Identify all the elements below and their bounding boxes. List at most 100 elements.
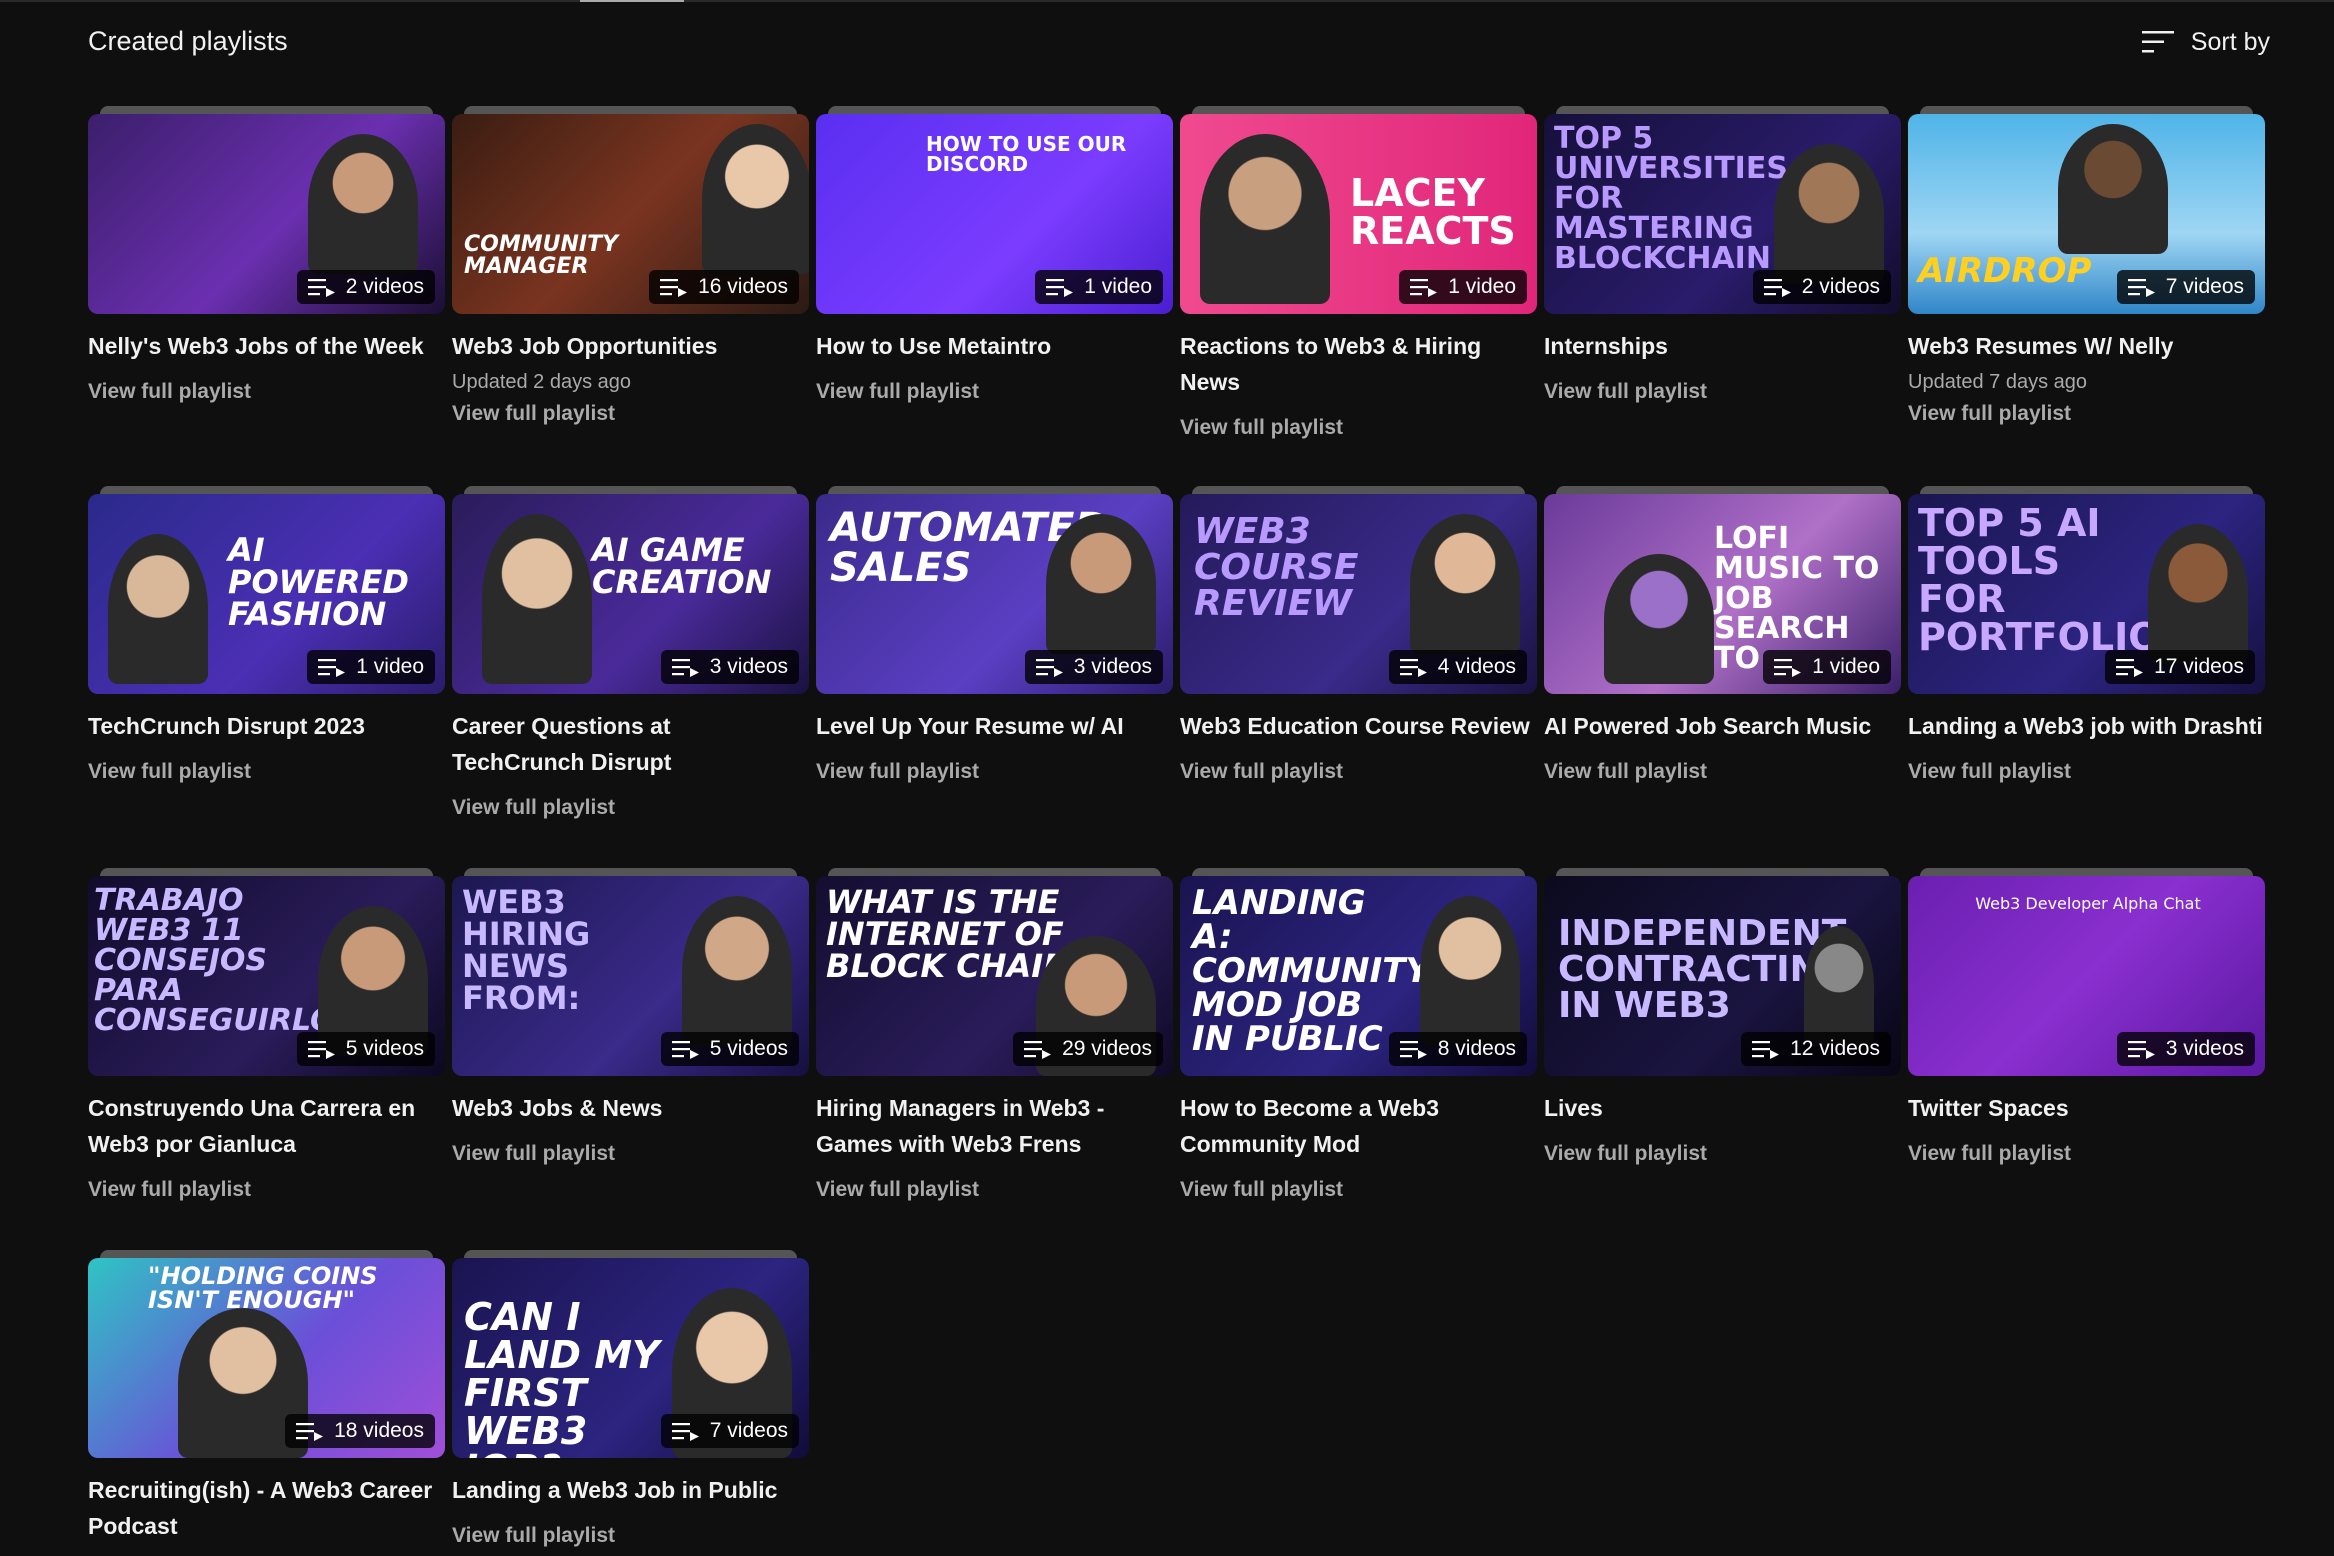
view-full-playlist-link[interactable]: View full playlist	[452, 1522, 809, 1550]
section-title: Created playlists	[88, 26, 288, 56]
view-full-playlist-link[interactable]: View full playlist	[452, 794, 809, 822]
playlist-stack-edge	[464, 486, 797, 494]
view-full-playlist-link[interactable]: View full playlist	[1908, 758, 2265, 786]
view-full-playlist-link[interactable]: View full playlist	[1180, 758, 1537, 786]
playlist-card[interactable]: Web3 Developer Alpha Chat 3 videos Twitter…	[1908, 868, 2265, 1168]
playlist-card[interactable]: "HOLDING COINS ISN'T ENOUGH" 18 videos Rec…	[88, 1250, 445, 1544]
playlist-thumbnail[interactable]: WEB3 COURSE REVIEW 4 videos	[1180, 486, 1537, 694]
video-count-badge: 3 videos	[660, 650, 799, 684]
playlist-thumbnail[interactable]: WEB3 HIRING NEWS FROM: 5 videos	[452, 868, 809, 1076]
playlist-card[interactable]: WHAT IS THE INTERNET OF BLOCK CHAINS? 29 …	[816, 868, 1173, 1204]
playlist-card[interactable]: TOP 5 AI TOOLS FOR PORTFOLIO 17 videos Lan…	[1908, 486, 2265, 786]
playlist-stack-edge	[464, 868, 797, 876]
playlist-title[interactable]: Web3 Job Opportunities	[452, 328, 809, 364]
view-full-playlist-link[interactable]: View full playlist	[88, 758, 445, 786]
playlist-title[interactable]: Level Up Your Resume w/ AI	[816, 708, 1173, 744]
playlist-thumbnail[interactable]: COMMUNITY MANAGER 16 videos	[452, 106, 809, 314]
playlist-card[interactable]: 2 videos Nelly's Web3 Jobs of the Week Vie…	[88, 106, 445, 406]
playlist-title[interactable]: TechCrunch Disrupt 2023	[88, 708, 445, 744]
playlist-thumbnail[interactable]: TOP 5 UNIVERSITIES FOR MASTERING BLOCKCH…	[1544, 106, 1901, 314]
playlist-thumbnail[interactable]: CAN I LAND MY FIRST WEB3 JOB? 7 videos	[452, 1250, 809, 1458]
playlist-title[interactable]: Lives	[1544, 1090, 1901, 1126]
playlist-thumbnail[interactable]: Web3 Developer Alpha Chat 3 videos	[1908, 868, 2265, 1076]
playlist-stack-edge	[1192, 486, 1525, 494]
playlist-icon	[660, 279, 688, 297]
playlist-title[interactable]: Landing a Web3 job with Drashti	[1908, 708, 2265, 744]
playlist-card[interactable]: LOFI MUSIC TO JOB SEARCH TO 1 video AI Pow…	[1544, 486, 1901, 786]
playlist-title[interactable]: Web3 Education Course Review	[1180, 708, 1537, 744]
playlist-title[interactable]: Hiring Managers in Web3 - Games with Web…	[816, 1090, 1173, 1162]
playlist-title[interactable]: Career Questions at TechCrunch Disrupt	[452, 708, 809, 780]
playlist-thumbnail[interactable]: TRABAJO WEB3 11 CONSEJOS PARA CONSEGUIRL…	[88, 868, 445, 1076]
playlist-title[interactable]: Twitter Spaces	[1908, 1090, 2265, 1126]
thumbnail-text: TOP 5 AI TOOLS FOR PORTFOLIO	[1918, 501, 2161, 659]
video-count: 4 videos	[1437, 655, 1516, 678]
thumbnail-person	[308, 134, 418, 274]
view-full-playlist-link[interactable]: View full playlist	[88, 1176, 445, 1204]
playlist-card[interactable]: LANDING A: COMMUNITY MOD JOB IN PUBLIC 8 …	[1180, 868, 1537, 1204]
playlist-title[interactable]: Web3 Resumes W/ Nelly	[1908, 328, 2265, 364]
playlist-thumbnail[interactable]: AI POWERED FASHION 1 video	[88, 486, 445, 694]
playlist-title[interactable]: Nelly's Web3 Jobs of the Week	[88, 328, 445, 364]
playlist-thumbnail[interactable]: AUTOMATED SALES 3 videos	[816, 486, 1173, 694]
playlist-card[interactable]: INDEPENDENT CONTRACTING IN WEB3 12 videos…	[1544, 868, 1901, 1168]
playlist-card[interactable]: AI POWERED FASHION 1 video TechCrunch Disr…	[88, 486, 445, 786]
view-full-playlist-link[interactable]: View full playlist	[1908, 400, 2265, 428]
view-full-playlist-link[interactable]: View full playlist	[816, 1176, 1173, 1204]
playlist-thumbnail[interactable]: 2 videos	[88, 106, 445, 314]
playlist-title[interactable]: How to Use Metaintro	[816, 328, 1173, 364]
playlist-thumbnail[interactable]: LANDING A: COMMUNITY MOD JOB IN PUBLIC 8 …	[1180, 868, 1537, 1076]
thumbnail-person	[482, 514, 592, 684]
playlist-card[interactable]: HOW TO USE OUR DISCORD 1 video How to Use …	[816, 106, 1173, 406]
view-full-playlist-link[interactable]: View full playlist	[452, 400, 809, 428]
video-count: 3 videos	[709, 655, 788, 678]
playlist-icon	[307, 279, 335, 297]
playlist-title[interactable]: Recruiting(ish) - A Web3 Career Podcast	[88, 1472, 445, 1544]
playlist-card[interactable]: CAN I LAND MY FIRST WEB3 JOB? 7 videos Lan…	[452, 1250, 809, 1550]
view-full-playlist-link[interactable]: View full playlist	[1180, 414, 1537, 442]
playlist-thumbnail[interactable]: TOP 5 AI TOOLS FOR PORTFOLIO 17 videos	[1908, 486, 2265, 694]
video-count: 3 videos	[1073, 655, 1152, 678]
playlist-title[interactable]: Web3 Jobs & News	[452, 1090, 809, 1126]
playlist-card[interactable]: WEB3 HIRING NEWS FROM: 5 videos Web3 Jobs …	[452, 868, 809, 1168]
playlist-card[interactable]: AI GAME CREATION 3 videos Career Questions…	[452, 486, 809, 822]
playlist-thumbnail[interactable]: HOW TO USE OUR DISCORD 1 video	[816, 106, 1173, 314]
playlist-icon	[1399, 1041, 1427, 1059]
playlist-card[interactable]: WEB3 COURSE REVIEW 4 videos Web3 Education…	[1180, 486, 1537, 786]
sort-button[interactable]: Sort by	[2141, 22, 2270, 62]
view-full-playlist-link[interactable]: View full playlist	[1180, 1176, 1537, 1204]
playlist-title[interactable]: Landing a Web3 Job in Public	[452, 1472, 809, 1508]
playlist-card[interactable]: COMMUNITY MANAGER 16 videos Web3 Job Oppor…	[452, 106, 809, 428]
view-full-playlist-link[interactable]: View full playlist	[1544, 758, 1901, 786]
playlist-card[interactable]: TRABAJO WEB3 11 CONSEJOS PARA CONSEGUIRL…	[88, 868, 445, 1204]
playlist-icon	[1410, 279, 1438, 297]
playlist-stack-edge	[464, 106, 797, 114]
video-count: 7 videos	[2165, 275, 2244, 298]
playlist-card[interactable]: LACEY REACTS 1 video Reactions to Web3 & H…	[1180, 106, 1537, 442]
playlist-thumbnail[interactable]: AIRDROP 7 videos	[1908, 106, 2265, 314]
view-full-playlist-link[interactable]: View full playlist	[1544, 378, 1901, 406]
video-count: 5 videos	[345, 1037, 424, 1060]
view-full-playlist-link[interactable]: View full playlist	[1908, 1140, 2265, 1168]
view-full-playlist-link[interactable]: View full playlist	[88, 378, 445, 406]
playlist-thumbnail[interactable]: AI GAME CREATION 3 videos	[452, 486, 809, 694]
view-full-playlist-link[interactable]: View full playlist	[816, 758, 1173, 786]
playlist-card[interactable]: AIRDROP 7 videos Web3 Resumes W/ Nelly Upda…	[1908, 106, 2265, 428]
playlist-thumbnail[interactable]: "HOLDING COINS ISN'T ENOUGH" 18 videos	[88, 1250, 445, 1458]
playlist-card[interactable]: TOP 5 UNIVERSITIES FOR MASTERING BLOCKCH…	[1544, 106, 1901, 406]
playlist-thumbnail[interactable]: WHAT IS THE INTERNET OF BLOCK CHAINS? 29 …	[816, 868, 1173, 1076]
view-full-playlist-link[interactable]: View full playlist	[1544, 1140, 1901, 1168]
playlist-stack-edge	[1920, 106, 2253, 114]
view-full-playlist-link[interactable]: View full playlist	[452, 1140, 809, 1168]
video-count: 1 video	[1084, 275, 1152, 298]
playlist-thumbnail[interactable]: LACEY REACTS 1 video	[1180, 106, 1537, 314]
playlist-thumbnail[interactable]: LOFI MUSIC TO JOB SEARCH TO 1 video	[1544, 486, 1901, 694]
playlist-title[interactable]: Construyendo Una Carrera en Web3 por Gia…	[88, 1090, 445, 1162]
playlist-thumbnail[interactable]: INDEPENDENT CONTRACTING IN WEB3 12 videos	[1544, 868, 1901, 1076]
playlist-title[interactable]: How to Become a Web3 Community Mod	[1180, 1090, 1537, 1162]
playlist-card[interactable]: AUTOMATED SALES 3 videos Level Up Your Res…	[816, 486, 1173, 786]
playlist-title[interactable]: AI Powered Job Search Music	[1544, 708, 1901, 744]
view-full-playlist-link[interactable]: View full playlist	[816, 378, 1173, 406]
playlist-title[interactable]: Reactions to Web3 & Hiring News	[1180, 328, 1537, 400]
playlist-title[interactable]: Internships	[1544, 328, 1901, 364]
